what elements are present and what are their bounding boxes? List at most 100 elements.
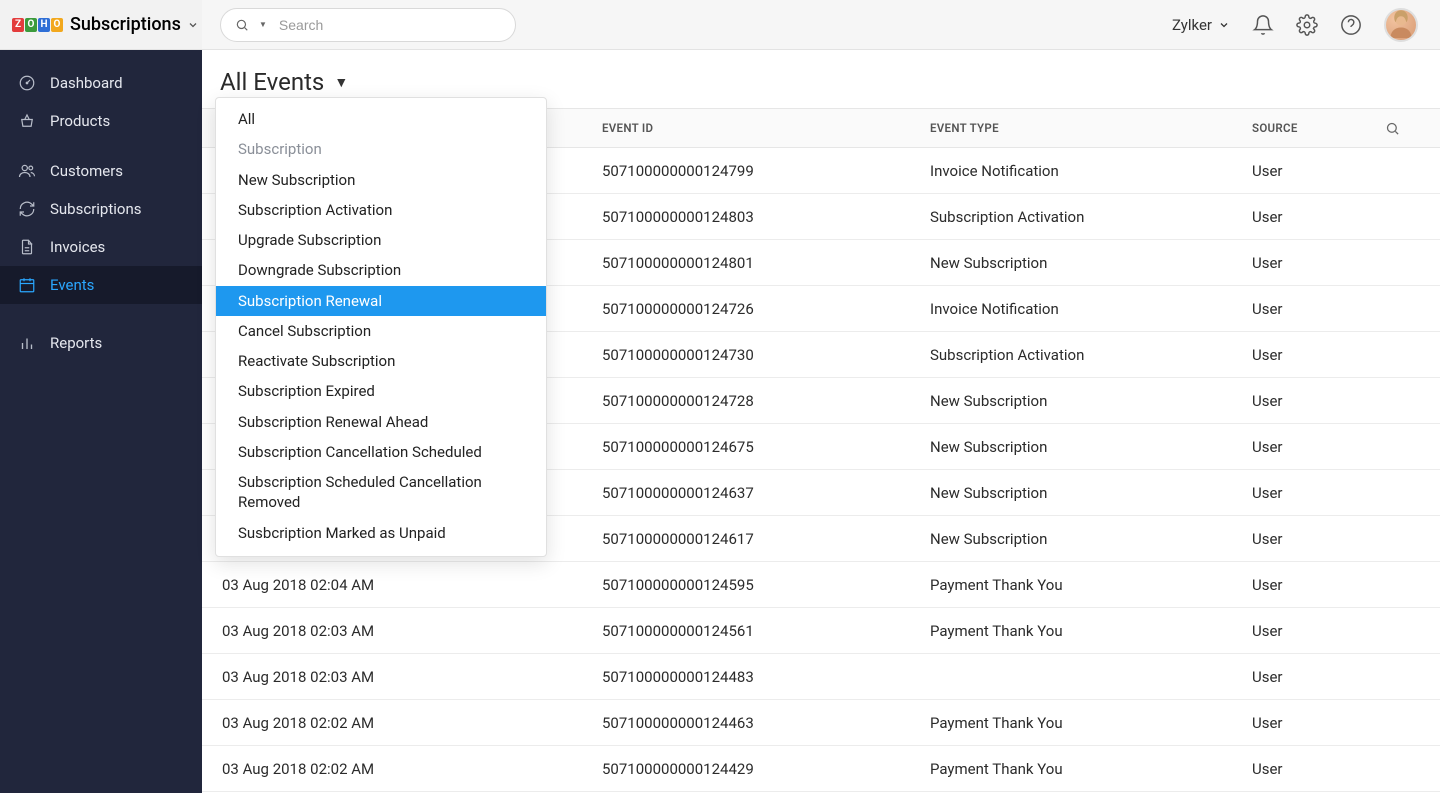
gear-icon[interactable] xyxy=(1296,14,1318,36)
dropdown-item[interactable]: All xyxy=(216,104,546,134)
table-search-icon[interactable] xyxy=(1372,121,1412,136)
col-source[interactable]: SOURCE xyxy=(1252,121,1372,135)
cell-event_id: 507100000000124803 xyxy=(602,208,930,226)
sidebar-item-events[interactable]: Events xyxy=(0,266,202,304)
cell-source: User xyxy=(1252,714,1372,732)
sidebar-item-label: Invoices xyxy=(50,238,105,256)
main: ▼ Zylker xyxy=(202,0,1440,793)
chevron-down-icon xyxy=(187,19,199,31)
calendar-icon xyxy=(18,276,36,294)
users-icon xyxy=(18,162,36,180)
cell-event_type: Invoice Notification xyxy=(930,300,1252,318)
dropdown-item[interactable]: Subscription Cancellation Scheduled xyxy=(216,437,546,467)
sidebar-item-label: Subscriptions xyxy=(50,200,141,218)
cell-source: User xyxy=(1252,438,1372,456)
col-event-id[interactable]: EVENT ID xyxy=(602,121,930,135)
cell-event_type: Payment Thank You xyxy=(930,576,1252,594)
table-row[interactable]: 03 Aug 2018 02:04 AM507100000000124595Pa… xyxy=(202,562,1440,608)
sidebar-nav: Dashboard Products Customers Subscriptions I… xyxy=(0,50,202,376)
dropdown-item[interactable]: Subscription Scheduled Cancellation Remo… xyxy=(216,467,546,518)
dropdown-item[interactable]: Downgrade Subscription xyxy=(216,255,546,285)
sidebar-item-invoices[interactable]: Invoices xyxy=(0,228,202,266)
dropdown-item[interactable]: Subscription Activation xyxy=(216,195,546,225)
cell-event_type: New Subscription xyxy=(930,438,1252,456)
cell-date: 03 Aug 2018 02:03 AM xyxy=(202,668,602,686)
brand-title: Subscriptions xyxy=(70,14,181,35)
col-event-type[interactable]: EVENT TYPE xyxy=(930,121,1252,135)
gauge-icon xyxy=(18,74,36,92)
dropdown-item[interactable]: Subscription Expired xyxy=(216,376,546,406)
cell-event_type: Invoice Notification xyxy=(930,162,1252,180)
cell-event_id: 507100000000124728 xyxy=(602,392,930,410)
cell-event_id: 507100000000124730 xyxy=(602,346,930,364)
cell-event_type: Subscription Activation xyxy=(930,208,1252,226)
sidebar-item-label: Dashboard xyxy=(50,74,123,92)
sidebar-item-products[interactable]: Products xyxy=(0,102,202,140)
sidebar-item-subscriptions[interactable]: Subscriptions xyxy=(0,190,202,228)
cell-event_id: 507100000000124429 xyxy=(602,760,930,778)
cell-event_type: Payment Thank You xyxy=(930,760,1252,778)
dropdown-item[interactable]: New Subscription xyxy=(216,165,546,195)
dropdown-item[interactable]: Reactivate Subscription xyxy=(216,346,546,376)
cell-event_id: 507100000000124483 xyxy=(602,668,930,686)
sidebar-item-label: Products xyxy=(50,112,110,130)
table-row[interactable]: 03 Aug 2018 02:03 AM507100000000124561Pa… xyxy=(202,608,1440,654)
cell-source: User xyxy=(1252,622,1372,640)
event-filter-dropdown: AllSubscriptionNew SubscriptionSubscript… xyxy=(215,97,547,557)
sidebar-item-label: Reports xyxy=(50,334,102,352)
cell-source: User xyxy=(1252,208,1372,226)
cell-event_id: 507100000000124675 xyxy=(602,438,930,456)
dropdown-group: Subscription xyxy=(216,134,546,164)
org-switcher[interactable]: Zylker xyxy=(1172,16,1230,34)
topbar: ▼ Zylker xyxy=(202,0,1440,50)
basket-icon xyxy=(18,112,36,130)
sidebar-item-customers[interactable]: Customers xyxy=(0,152,202,190)
caret-down-icon: ▼ xyxy=(259,20,267,29)
help-icon[interactable] xyxy=(1340,14,1362,36)
dropdown-item[interactable]: Subscription Deleted xyxy=(216,548,546,557)
cell-source: User xyxy=(1252,668,1372,686)
dropdown-item[interactable]: Susbcription Marked as Unpaid xyxy=(216,518,546,548)
cell-event_type: Subscription Activation xyxy=(930,346,1252,364)
dropdown-item[interactable]: Subscription Renewal xyxy=(216,286,546,316)
dropdown-item[interactable]: Cancel Subscription xyxy=(216,316,546,346)
table-row[interactable]: 03 Aug 2018 02:02 AM507100000000124429Pa… xyxy=(202,746,1440,792)
avatar[interactable] xyxy=(1384,8,1418,42)
cell-source: User xyxy=(1252,576,1372,594)
cell-event_type: New Subscription xyxy=(930,254,1252,272)
cell-event_id: 507100000000124463 xyxy=(602,714,930,732)
cell-source: User xyxy=(1252,760,1372,778)
dropdown-item[interactable]: Subscription Renewal Ahead xyxy=(216,407,546,437)
sidebar-item-label: Events xyxy=(50,276,94,294)
brand-bar[interactable]: ZOHO Subscriptions xyxy=(0,0,202,50)
search-input[interactable] xyxy=(277,16,501,34)
org-name: Zylker xyxy=(1172,16,1212,34)
cell-event_type: New Subscription xyxy=(930,484,1252,502)
cell-event_id: 507100000000124617 xyxy=(602,530,930,548)
cell-source: User xyxy=(1252,162,1372,180)
cell-date: 03 Aug 2018 02:03 AM xyxy=(202,622,602,640)
cell-event_id: 507100000000124726 xyxy=(602,300,930,318)
cell-event_type: Payment Thank You xyxy=(930,622,1252,640)
cell-source: User xyxy=(1252,300,1372,318)
cell-event_id: 507100000000124801 xyxy=(602,254,930,272)
cell-source: User xyxy=(1252,254,1372,272)
table-row[interactable]: 03 Aug 2018 02:03 AM507100000000124483 Us… xyxy=(202,654,1440,700)
table-row[interactable]: 03 Aug 2018 02:02 AM507100000000124463Pa… xyxy=(202,700,1440,746)
cell-event_type: Payment Thank You xyxy=(930,714,1252,732)
search-box[interactable]: ▼ xyxy=(220,8,516,42)
sidebar-item-dashboard[interactable]: Dashboard xyxy=(0,64,202,102)
cell-event_type: New Subscription xyxy=(930,392,1252,410)
refresh-icon xyxy=(18,200,36,218)
bell-icon[interactable] xyxy=(1252,14,1274,36)
dropdown-item[interactable]: Upgrade Subscription xyxy=(216,225,546,255)
cell-source: User xyxy=(1252,346,1372,364)
sidebar-item-reports[interactable]: Reports xyxy=(0,324,202,362)
cell-date: 03 Aug 2018 02:04 AM xyxy=(202,576,602,594)
caret-down-icon: ▼ xyxy=(334,74,348,91)
sidebar: ZOHO Subscriptions Dashboard Products Cust… xyxy=(0,0,202,793)
zoho-logo: ZOHO xyxy=(12,18,64,32)
cell-event_id: 507100000000124799 xyxy=(602,162,930,180)
sidebar-item-label: Customers xyxy=(50,162,123,180)
cell-source: User xyxy=(1252,484,1372,502)
